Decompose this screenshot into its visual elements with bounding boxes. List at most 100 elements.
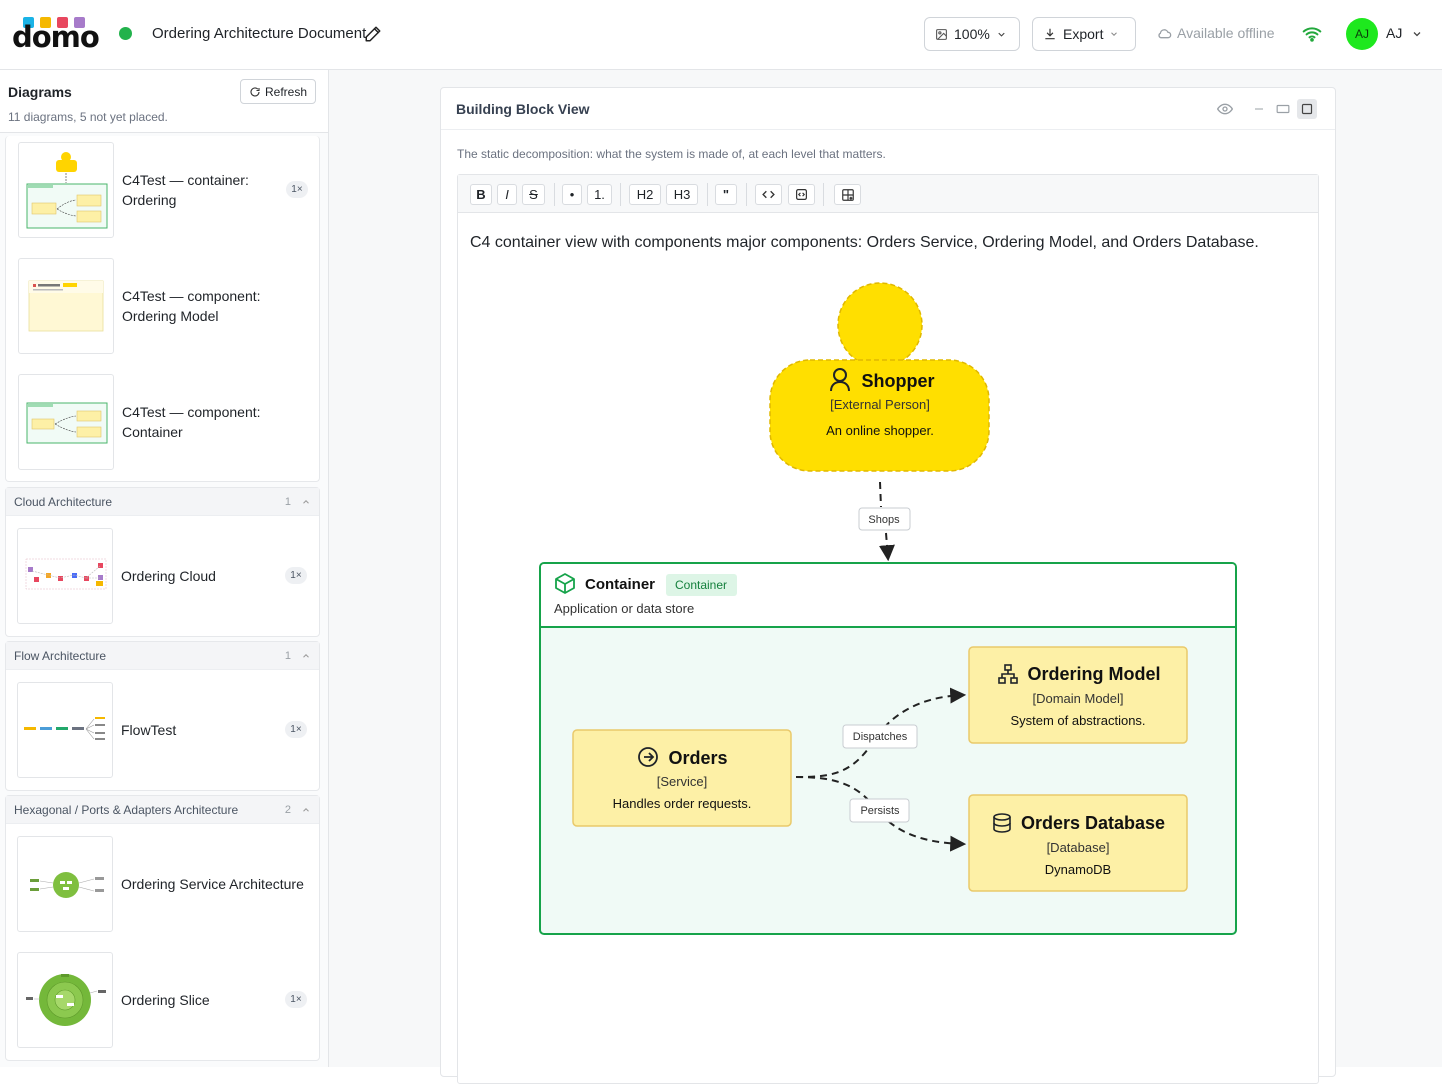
chevron-down-icon (998, 32, 1005, 37)
ordering-model-name: Ordering Model (1027, 664, 1160, 684)
offline-status: Available offline (1156, 25, 1275, 41)
placement-badge: 1× (286, 181, 308, 198)
group-hexagonal-architecture: Hexagonal / Ports & Adapters Architectur… (5, 795, 320, 1061)
orders-database-description: DynamoDB (1045, 862, 1111, 877)
hexagonal-service-thumbnail (30, 872, 104, 898)
chevron-down-icon[interactable] (1411, 28, 1423, 40)
bold-button[interactable]: B (470, 184, 492, 205)
minus-icon (1255, 108, 1263, 110)
strikethrough-button[interactable]: S (522, 184, 545, 205)
orders-name: Orders (668, 748, 727, 768)
blockquote-button[interactable]: " (715, 184, 737, 205)
person-shopper[interactable]: Shopper [External Person] An online shop… (769, 282, 990, 472)
section-header: Building Block View (441, 88, 1335, 130)
bullet-label: • (569, 187, 575, 202)
diagram-thumbnail (18, 142, 114, 238)
c4test-group: C4Test — container: Ordering 1× C4Test —… (5, 136, 320, 482)
group-header[interactable]: Cloud Architecture 1 (6, 488, 319, 516)
toolbar-divider (554, 183, 555, 206)
section-card: Building Block View The static decomposi… (440, 87, 1336, 1084)
italic-button[interactable]: I (497, 184, 517, 205)
container-header-bg (541, 564, 1235, 627)
diagram-thumbnail (18, 258, 114, 354)
rich-text-editor[interactable]: B I S • 1. H2 H3 " C4 container view wit… (457, 174, 1319, 1084)
diagrams-sidebar: Diagrams Refresh 11 diagrams, 5 not yet … (0, 70, 329, 1067)
diagram-thumbnail (17, 836, 113, 932)
edge-shops-label: Shops (868, 514, 900, 526)
sidebar-title: Diagrams (8, 84, 72, 100)
refresh-button[interactable]: Refresh (240, 79, 316, 104)
list-item[interactable]: C4Test — component: Ordering Model (18, 258, 318, 354)
group-count: 1 (284, 495, 291, 508)
c4-component-container-thumbnail (26, 402, 108, 444)
avatar[interactable]: AJ (1346, 18, 1378, 50)
list-item[interactable]: C4Test — container: Ordering 1× (18, 142, 318, 238)
full-size-button[interactable] (1297, 99, 1317, 119)
chevron-up-icon[interactable] (301, 805, 311, 815)
preview-toggle[interactable] (1215, 99, 1235, 119)
heading3-button[interactable]: H3 (666, 184, 698, 205)
list-item[interactable]: Ordering Service Architecture (17, 836, 317, 932)
component-orders[interactable]: Orders [Service] Handles order requests. (572, 729, 792, 827)
component-ordering-model[interactable]: Ordering Model [Domain Model] System of … (968, 646, 1188, 744)
diagram-thumbnail (17, 682, 113, 778)
item-label: C4Test — container: Ordering (122, 172, 249, 208)
section-description: The static decomposition: what the syste… (457, 147, 886, 161)
code-icon (762, 190, 775, 199)
rectangle-icon (1276, 104, 1290, 114)
c4-component-model-thumbnail (28, 280, 104, 332)
minimize-button[interactable] (1249, 99, 1269, 119)
medium-size-button[interactable] (1273, 99, 1293, 119)
avatar-initials: AJ (1354, 27, 1369, 41)
toolbar-divider (823, 183, 824, 206)
edge-shops[interactable]: Shops (858, 481, 911, 558)
italic-label: I (505, 187, 509, 202)
orders-database-name: Orders Database (1021, 813, 1165, 833)
c4-container-diagram[interactable]: Shopper [External Person] An online shop… (458, 275, 1318, 1075)
zoom-button[interactable]: 100% (924, 17, 1020, 51)
export-button[interactable]: Export (1032, 17, 1136, 51)
group-header[interactable]: Flow Architecture 1 (6, 642, 319, 670)
item-label: Ordering Cloud (121, 568, 216, 584)
placement-badge: 1× (285, 991, 307, 1008)
insert-diagram-button[interactable] (834, 184, 861, 205)
ordered-label: 1. (594, 187, 605, 202)
bullet-list-button[interactable]: • (562, 184, 582, 205)
group-count: 1 (284, 649, 291, 662)
add-block-icon (841, 188, 854, 201)
placement-badge: 1× (285, 567, 307, 584)
ordering-model-description: System of abstractions. (1010, 713, 1145, 728)
chevron-up-icon[interactable] (301, 651, 311, 661)
chevron-up-icon[interactable] (301, 497, 311, 507)
hexagonal-slice-thumbnail (26, 974, 106, 1026)
section-title: Building Block View (456, 101, 590, 117)
h3-label: H3 (673, 187, 691, 202)
document-title[interactable]: Ordering Architecture Document (152, 25, 366, 42)
pencil-icon[interactable] (364, 25, 382, 43)
list-item[interactable]: Ordering Cloud 1× (17, 528, 317, 624)
list-item[interactable]: C4Test — component: Container (18, 374, 318, 470)
code-block-icon (796, 189, 807, 200)
domo-logo[interactable]: domo (12, 16, 100, 52)
container-tag: Container (675, 578, 727, 592)
user-menu-label[interactable]: AJ (1386, 25, 1402, 41)
bold-label: B (476, 187, 486, 202)
ordered-list-button[interactable]: 1. (587, 184, 612, 205)
editor-paragraph[interactable]: C4 container view with components major … (470, 234, 1259, 252)
chevron-down-icon (1111, 32, 1118, 36)
h2-label: H2 (636, 187, 654, 202)
group-header[interactable]: Hexagonal / Ports & Adapters Architectur… (6, 796, 319, 824)
list-item[interactable]: FlowTest 1× (17, 682, 317, 778)
component-orders-database[interactable]: Orders Database [Database] DynamoDB (968, 794, 1188, 892)
code-block-button[interactable] (788, 184, 815, 205)
document-canvas: Building Block View The static decomposi… (329, 70, 1442, 1084)
cloud-thumbnail (25, 558, 107, 590)
heading2-button[interactable]: H2 (629, 184, 661, 205)
orders-description: Handles order requests. (613, 796, 752, 811)
item-label: Ordering Service Architecture (121, 876, 304, 892)
edge-dispatches-label: Dispatches (853, 731, 908, 743)
sidebar-summary: 11 diagrams, 5 not yet placed. (8, 110, 168, 124)
eye-icon (1217, 103, 1233, 115)
inline-code-button[interactable] (755, 184, 782, 205)
list-item[interactable]: Ordering Slice 1× (17, 952, 317, 1048)
